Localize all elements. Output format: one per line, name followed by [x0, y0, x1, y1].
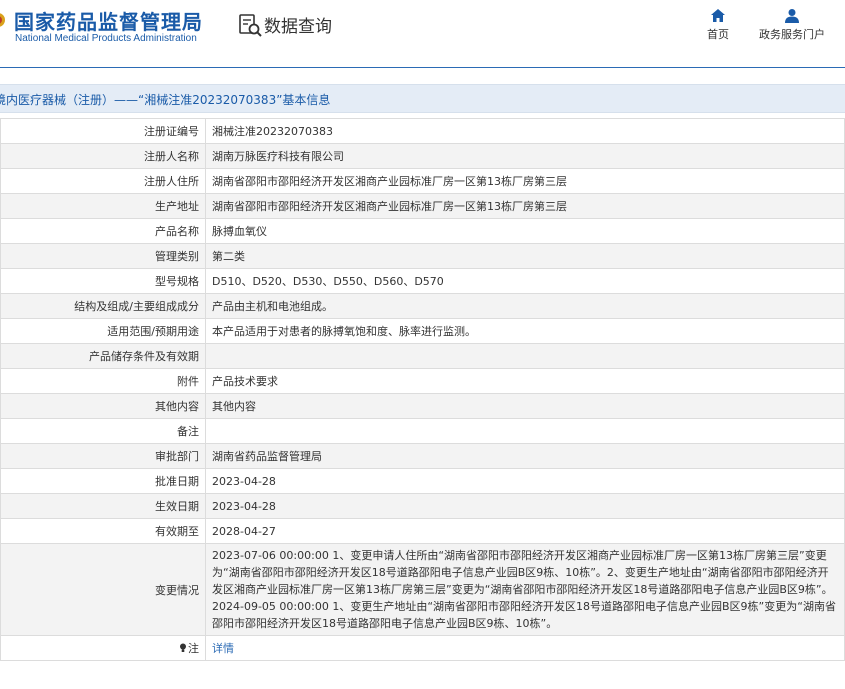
table-row: 结构及组成/主要组成成分 产品由主机和电池组成。	[0, 293, 845, 319]
field-value-16: 2028-04-27	[205, 518, 845, 544]
field-label-7: 结构及组成/主要组成成分	[0, 293, 206, 319]
table-row: 审批部门 湖南省药品监督管理局	[0, 443, 845, 469]
data-query-title: 数据查询	[264, 17, 332, 37]
table-row: 注详情	[0, 635, 845, 661]
table-row: 型号规格 D510、D520、D530、D550、D560、D570	[0, 268, 845, 294]
field-value-4: 脉搏血氧仪	[205, 218, 845, 244]
user-icon	[785, 9, 799, 23]
table-row: 注册人名称 湖南万脉医疗科技有限公司	[0, 143, 845, 169]
table-row: 生效日期 2023-04-28	[0, 493, 845, 519]
field-value-7: 产品由主机和电池组成。	[205, 293, 845, 319]
national-emblem-icon	[0, 13, 5, 27]
field-label-15: 生效日期	[0, 493, 206, 519]
field-label-10: 附件	[0, 368, 206, 394]
table-row: 产品名称 脉搏血氧仪	[0, 218, 845, 244]
change-entry-1: 2023-07-06 00:00:00 1、变更申请人住所由“湖南省邵阳市邵阳经…	[212, 549, 833, 596]
note-label: 注	[188, 642, 199, 655]
field-value-9	[205, 343, 845, 369]
table-row: 批准日期 2023-04-28	[0, 468, 845, 494]
table-row: 附件 产品技术要求	[0, 368, 845, 394]
site-header: 国家药品监督管理局 National Medical Products Admi…	[0, 0, 845, 68]
data-query-icon	[239, 14, 262, 37]
field-value-12	[205, 418, 845, 444]
field-label-note: 注	[0, 635, 206, 661]
field-label-3: 生产地址	[0, 193, 206, 219]
field-value-note: 详情	[205, 635, 845, 661]
nav-home-label: 首页	[707, 29, 729, 41]
field-value-15: 2023-04-28	[205, 493, 845, 519]
table-row: 生产地址 湖南省邵阳市邵阳经济开发区湘商产业园标准厂房一区第13栋厂房第三层	[0, 193, 845, 219]
record-title-bar: 境内医疗器械（注册）——“湘械注准20232070383”基本信息	[0, 84, 845, 113]
bulb-icon	[180, 643, 186, 652]
field-label-13: 审批部门	[0, 443, 206, 469]
field-label-4: 产品名称	[0, 218, 206, 244]
field-value-14: 2023-04-28	[205, 468, 845, 494]
home-icon	[711, 9, 725, 22]
field-value-6: D510、D520、D530、D550、D560、D570	[205, 268, 845, 294]
field-label-11: 其他内容	[0, 393, 206, 419]
table-row: 注册人住所 湖南省邵阳市邵阳经济开发区湘商产业园标准厂房一区第13栋厂房第三层	[0, 168, 845, 194]
brand-name-cn[interactable]: 国家药品监督管理局	[14, 6, 203, 35]
nav-home-link[interactable]: 首页	[700, 8, 736, 42]
field-value-change-history: 2023-07-06 00:00:00 1、变更申请人住所由“湖南省邵阳市邵阳经…	[205, 543, 845, 636]
field-label-16: 有效期至	[0, 518, 206, 544]
details-link[interactable]: 详情	[212, 642, 234, 655]
brand-name-en[interactable]: National Medical Products Administration	[15, 33, 197, 44]
table-row: 注册证编号 湘械注准20232070383	[0, 118, 845, 144]
field-label-1: 注册人名称	[0, 143, 206, 169]
table-row: 备注	[0, 418, 845, 444]
field-value-3: 湖南省邵阳市邵阳经济开发区湘商产业园标准厂房一区第13栋厂房第三层	[205, 193, 845, 219]
table-row: 有效期至 2028-04-27	[0, 518, 845, 544]
field-label-14: 批准日期	[0, 468, 206, 494]
field-value-10: 产品技术要求	[205, 368, 845, 394]
nav-portal-label: 政务服务门户	[759, 29, 825, 41]
table-row: 变更情况 2023-07-06 00:00:00 1、变更申请人住所由“湖南省邵阳…	[0, 543, 845, 636]
field-label-6: 型号规格	[0, 268, 206, 294]
field-value-13: 湖南省药品监督管理局	[205, 443, 845, 469]
field-value-8: 本产品适用于对患者的脉搏氧饱和度、脉率进行监测。	[205, 318, 845, 344]
field-value-11: 其他内容	[205, 393, 845, 419]
record-title: 境内医疗器械（注册）——“湘械注准20232070383”基本信息	[0, 93, 331, 107]
nav-portal-link[interactable]: 政务服务门户	[756, 8, 828, 42]
field-label-5: 管理类别	[0, 243, 206, 269]
field-label-9: 产品储存条件及有效期	[0, 343, 206, 369]
field-label-0: 注册证编号	[0, 118, 206, 144]
table-row: 产品储存条件及有效期	[0, 343, 845, 369]
field-value-1: 湖南万脉医疗科技有限公司	[205, 143, 845, 169]
field-value-2: 湖南省邵阳市邵阳经济开发区湘商产业园标准厂房一区第13栋厂房第三层	[205, 168, 845, 194]
registration-detail-table: 注册证编号 湘械注准20232070383 注册人名称 湖南万脉医疗科技有限公司 注册人…	[0, 118, 845, 661]
field-label-change-history: 变更情况	[0, 543, 206, 636]
table-row: 其他内容 其他内容	[0, 393, 845, 419]
change-entry-2: 2024-09-05 00:00:00 1、变更生产地址由“湖南省邵阳市邵阳经济…	[212, 600, 836, 630]
table-row: 适用范围/预期用途 本产品适用于对患者的脉搏氧饱和度、脉率进行监测。	[0, 318, 845, 344]
field-label-8: 适用范围/预期用途	[0, 318, 206, 344]
header-divider	[0, 67, 845, 68]
field-label-2: 注册人住所	[0, 168, 206, 194]
field-value-5: 第二类	[205, 243, 845, 269]
field-value-0: 湘械注准20232070383	[205, 118, 845, 144]
field-label-12: 备注	[0, 418, 206, 444]
table-row: 管理类别 第二类	[0, 243, 845, 269]
